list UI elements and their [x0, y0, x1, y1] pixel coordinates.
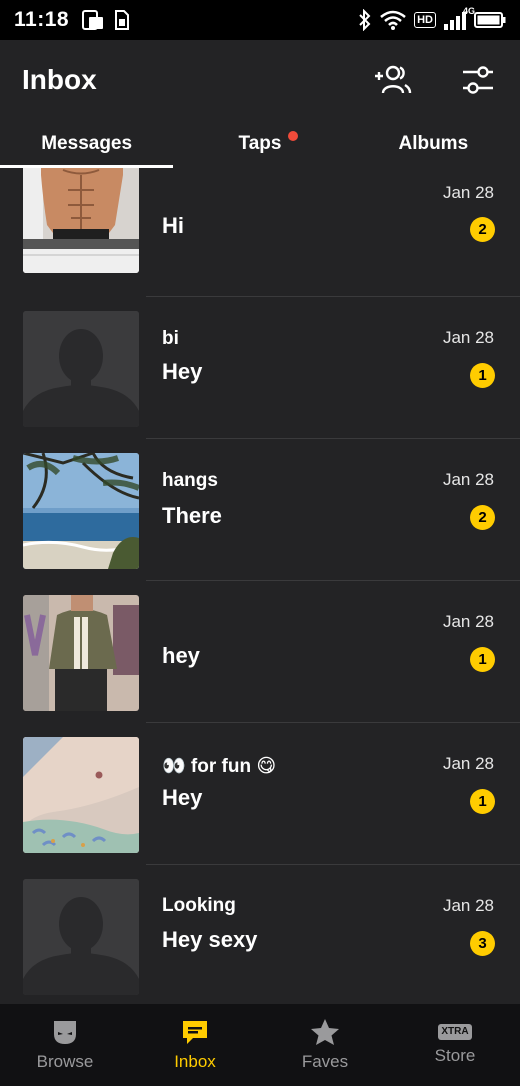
tab-albums[interactable]: Albums: [347, 120, 520, 168]
hd-badge: HD: [414, 12, 436, 28]
bottom-nav: Browse Inbox Faves XTRA Store: [0, 1004, 520, 1086]
avatar[interactable]: [23, 453, 139, 569]
notification-dot: [288, 131, 299, 141]
conversation-preview: Hey sexy: [162, 927, 258, 952]
avatar[interactable]: [23, 311, 139, 427]
conversation-name: bi: [162, 328, 179, 349]
sliders-icon: [463, 66, 493, 94]
conversation-name: hangs: [162, 470, 218, 491]
status-bar: 11:18 HD 4G: [0, 0, 520, 40]
conversation-row[interactable]: bi Jan 28 Hey 1: [0, 297, 520, 439]
conversation-preview: Hi: [162, 213, 184, 238]
nav-faves[interactable]: Faves: [260, 1004, 390, 1086]
torso-photo: [23, 168, 139, 273]
placeholder-silhouette: [23, 879, 139, 995]
nav-label: Browse: [36, 1052, 94, 1071]
star-icon: [311, 1019, 339, 1045]
unread-badge: 2: [470, 217, 495, 242]
nav-store[interactable]: XTRA Store: [390, 1004, 520, 1086]
sim-notification-icon: [115, 10, 130, 30]
tab-label: Taps: [238, 133, 282, 154]
battery-icon: [474, 12, 506, 28]
placeholder-silhouette: [23, 311, 139, 427]
header-actions: [372, 60, 498, 100]
beach-photo: [23, 453, 139, 569]
conversation-date: Jan 28: [442, 328, 494, 347]
avatar[interactable]: [23, 737, 139, 853]
nav-label: Inbox: [174, 1052, 216, 1071]
conversation-preview: Hey: [162, 359, 203, 384]
jacket-photo: [23, 595, 139, 711]
conversation-preview: Hey: [162, 785, 203, 810]
xtra-icon: XTRA: [438, 1024, 472, 1040]
header: Inbox: [0, 40, 520, 120]
nav-label: Faves: [301, 1052, 349, 1071]
tab-taps[interactable]: Taps: [173, 120, 346, 168]
tab-bar: Messages Taps Albums: [0, 120, 520, 168]
add-people-button[interactable]: [372, 60, 412, 100]
nav-browse[interactable]: Browse: [0, 1004, 130, 1086]
unread-badge: 3: [470, 931, 495, 956]
unread-badge: 1: [470, 789, 495, 814]
network-type-label: 4G: [463, 6, 476, 16]
conversation-row[interactable]: 👀 for fun 😋 Jan 28 Hey 1: [0, 723, 520, 865]
conversation-row[interactable]: Looking Jan 28 Hey sexy 3: [0, 865, 520, 1004]
nav-inbox[interactable]: Inbox: [130, 1004, 260, 1086]
conversation-date: Jan 28: [442, 754, 494, 773]
conversation-name: 👀 for fun 😋: [162, 756, 277, 777]
conversation-row[interactable]: hangs Jan 28 There 2: [0, 439, 520, 581]
avatar[interactable]: [23, 879, 139, 995]
conversation-date: Jan 28: [442, 612, 494, 631]
tab-label: Albums: [398, 133, 469, 154]
conversation-date: Jan 28: [442, 470, 494, 489]
status-system-icons: HD 4G: [358, 6, 506, 31]
mask-icon: [54, 1021, 76, 1044]
conversation-date: Jan 28: [442, 183, 494, 202]
avatar[interactable]: [23, 168, 139, 273]
nav-label: Store: [434, 1046, 476, 1065]
unread-badge: 2: [470, 505, 495, 530]
status-time: 11:18: [14, 8, 70, 31]
conversation-row[interactable]: Jan 28 hey 1: [0, 581, 520, 723]
conversation-row[interactable]: Jan 28 Hi 2: [0, 168, 520, 297]
skin-photo: [23, 737, 139, 853]
add-people-icon: [375, 65, 412, 94]
page-title: Inbox: [22, 64, 97, 95]
bluetooth-icon: [359, 9, 371, 31]
cellular-signal-icon: 4G: [444, 6, 475, 30]
unread-badge: 1: [470, 647, 495, 672]
tab-messages[interactable]: Messages: [0, 120, 174, 168]
conversation-preview: There: [162, 503, 222, 528]
tab-label: Messages: [41, 133, 133, 154]
conversation-date: Jan 28: [442, 896, 494, 915]
device-notification-icon: [82, 10, 104, 30]
filter-button[interactable]: [458, 60, 498, 100]
unread-badge: 1: [470, 363, 495, 388]
inbox-screen: Inbox Messages Taps Albums Jan 28 Hi 2 b…: [0, 40, 520, 1086]
avatar[interactable]: [23, 595, 139, 711]
wifi-icon: [380, 10, 406, 30]
chat-bubble-icon: [183, 1021, 207, 1044]
conversation-name: Looking: [162, 895, 236, 916]
conversation-list: Jan 28 Hi 2 bi Jan 28 Hey 1 hangs Jan 28…: [0, 168, 520, 1004]
conversation-preview: hey: [162, 643, 200, 668]
status-notification-icons: [81, 9, 130, 31]
